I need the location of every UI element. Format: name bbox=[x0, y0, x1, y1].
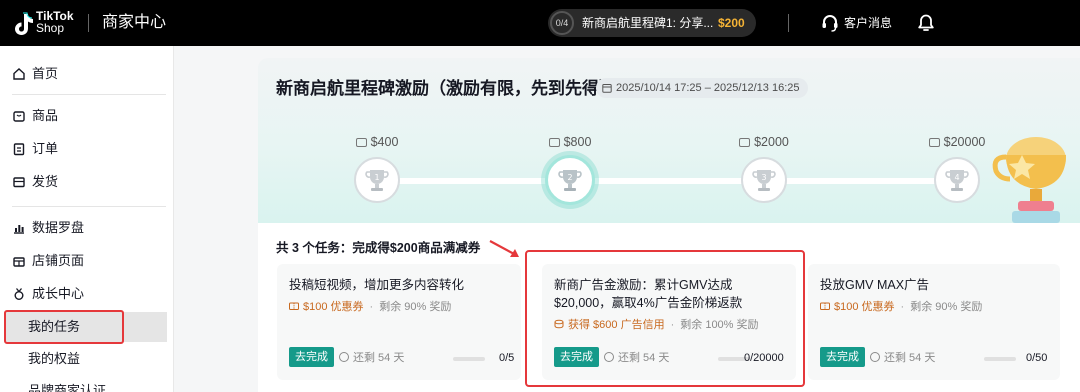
trophy-badge: 4 bbox=[934, 157, 980, 203]
go-complete-button[interactable]: 去完成 bbox=[289, 347, 334, 367]
sidebar-item-label: 订单 bbox=[32, 141, 59, 156]
calendar-icon bbox=[602, 84, 612, 93]
time-remaining: 还剩 54 天 bbox=[339, 351, 404, 365]
task-reward: $100 优惠券 · 剩余 90% 奖励 bbox=[289, 300, 451, 314]
headset-icon bbox=[822, 15, 838, 32]
milestone-number: 4 bbox=[954, 173, 959, 182]
top-bar: TikTok Shop 商家中心 0/4 新商启航里程碑1: 分享... $20… bbox=[0, 0, 1080, 46]
time-remaining: 还剩 54 天 bbox=[870, 351, 935, 365]
home-icon bbox=[13, 68, 25, 80]
sidebar-item-growth-center[interactable]: 成长中心 bbox=[12, 284, 166, 304]
gold-trophy-illustration bbox=[992, 137, 1066, 223]
growth-icon bbox=[14, 288, 24, 300]
trophy-icon: 2 bbox=[558, 170, 582, 191]
milestone-task-pill[interactable]: 0/4 新商启航里程碑1: 分享... $200 bbox=[548, 9, 756, 37]
task-progress-ring: 0/4 bbox=[550, 11, 574, 35]
trophy-icon: 4 bbox=[945, 170, 969, 191]
task-pill-amount: $200 bbox=[718, 16, 745, 30]
sidebar-item-analytics[interactable]: 数据罗盘 bbox=[12, 218, 166, 238]
sidebar-item-label: 商品 bbox=[32, 108, 59, 123]
annotation-arrow bbox=[489, 240, 519, 257]
reward-amount: $100 优惠券 bbox=[303, 301, 364, 313]
milestone-number: 3 bbox=[761, 173, 766, 182]
sidebar-item-shipping[interactable]: 发货 bbox=[12, 172, 166, 192]
ad-icon bbox=[739, 138, 751, 147]
analytics-icon bbox=[14, 225, 24, 234]
sidebar-subitem-brand-certification[interactable]: 品牌商家认证 bbox=[28, 382, 106, 392]
logo-line2: Shop bbox=[36, 21, 65, 35]
coupon-icon bbox=[820, 302, 830, 310]
banner-title: 新商启航里程碑激励（激励有限，先到先得） bbox=[276, 79, 616, 98]
milestone-progress-track bbox=[378, 178, 958, 184]
sidebar-item-label: 店铺页面 bbox=[32, 253, 85, 268]
date-range-chip: 2025/10/14 17:25 – 2025/12/13 16:25 bbox=[596, 78, 808, 98]
reward-remaining: 剩余 90% 奖励 bbox=[910, 301, 983, 313]
milestone-amount: $2000 bbox=[754, 135, 789, 149]
tiktok-shop-logo[interactable]: TikTok Shop bbox=[12, 10, 92, 38]
time-remaining-text: 还剩 54 天 bbox=[353, 352, 405, 364]
annotation-box-ad-credit-task bbox=[525, 250, 805, 387]
sidebar-divider bbox=[12, 94, 166, 95]
milestone-amount: $20000 bbox=[943, 135, 986, 149]
sidebar-item-store-page[interactable]: 店铺页面 bbox=[12, 251, 166, 271]
bell-icon[interactable] bbox=[916, 13, 936, 33]
coin-icon bbox=[355, 138, 367, 147]
shipping-icon bbox=[13, 177, 25, 188]
task-progress-bar bbox=[453, 357, 485, 361]
product-icon bbox=[13, 111, 25, 122]
milestone-number: 2 bbox=[567, 173, 572, 182]
trophy-icon: 3 bbox=[752, 170, 776, 191]
store-icon bbox=[13, 257, 25, 267]
sidebar-item-label: 首页 bbox=[32, 66, 59, 81]
coupon-icon bbox=[289, 302, 299, 310]
sidebar-item-orders[interactable]: 订单 bbox=[12, 139, 166, 159]
task-card[interactable]: 投稿短视频，增加更多内容转化 $100 优惠券 · 剩余 90% 奖励 去完成 还剩… bbox=[277, 264, 521, 380]
reward-amount: $100 优惠券 bbox=[834, 301, 895, 313]
tasks-heading: 共 3 个任务：完成得$200商品满减券 bbox=[276, 241, 481, 255]
order-icon bbox=[13, 143, 25, 156]
trophy-badge-active: 2 bbox=[545, 155, 595, 205]
go-complete-button[interactable]: 去完成 bbox=[820, 347, 865, 367]
app-title: 商家中心 bbox=[102, 14, 167, 31]
tiktok-note-icon bbox=[15, 12, 33, 35]
task-progress-count: 0/5 bbox=[499, 352, 515, 364]
task-pill-name: 新商启航里程碑1: 分享... bbox=[582, 16, 714, 30]
sidebar-item-home[interactable]: 首页 bbox=[12, 64, 166, 84]
task-card[interactable]: 投放GMV MAX广告 $100 优惠券 · 剩余 90% 奖励 去完成 还剩 54… bbox=[808, 264, 1060, 380]
task-reward: $100 优惠券 · 剩余 90% 奖励 bbox=[820, 300, 982, 314]
trophy-badge: 3 bbox=[741, 157, 787, 203]
milestone-number: 1 bbox=[374, 173, 379, 182]
header-divider bbox=[88, 14, 89, 32]
task-progress-count: 0/50 bbox=[1026, 352, 1048, 364]
trophy-badge: 1 bbox=[354, 157, 400, 203]
clock-icon bbox=[339, 352, 349, 362]
customer-messages-label: 客户消息 bbox=[844, 16, 893, 30]
clock-icon bbox=[870, 352, 880, 362]
reward-remaining: 剩余 90% 奖励 bbox=[379, 301, 452, 313]
ad-icon bbox=[928, 138, 940, 147]
sidebar-item-label: 数据罗盘 bbox=[32, 220, 85, 235]
trophy-icon: 1 bbox=[365, 170, 389, 191]
annotation-box-my-tasks bbox=[4, 310, 124, 344]
date-range-text: 2025/10/14 17:25 – 2025/12/13 16:25 bbox=[616, 82, 800, 94]
milestone-amount: $400 bbox=[370, 135, 399, 149]
time-remaining-text: 还剩 54 天 bbox=[884, 352, 936, 364]
sidebar-divider bbox=[12, 206, 166, 207]
milestone-banner: 新商启航里程碑激励（激励有限，先到先得） 2025/10/14 17:25 – … bbox=[258, 58, 1080, 223]
coin-icon bbox=[548, 138, 560, 147]
header-divider-2 bbox=[788, 14, 789, 32]
milestone-amount: $800 bbox=[563, 135, 592, 149]
sidebar-item-label: 成长中心 bbox=[32, 286, 85, 301]
sidebar-item-products[interactable]: 商品 bbox=[12, 106, 166, 126]
sidebar-subitem-my-benefits[interactable]: 我的权益 bbox=[28, 350, 80, 368]
task-progress-bar bbox=[984, 357, 1016, 361]
task-title: 投放GMV MAX广告 bbox=[820, 278, 930, 292]
sidebar-item-label: 发货 bbox=[32, 174, 59, 189]
task-title: 投稿短视频，增加更多内容转化 bbox=[289, 278, 465, 292]
